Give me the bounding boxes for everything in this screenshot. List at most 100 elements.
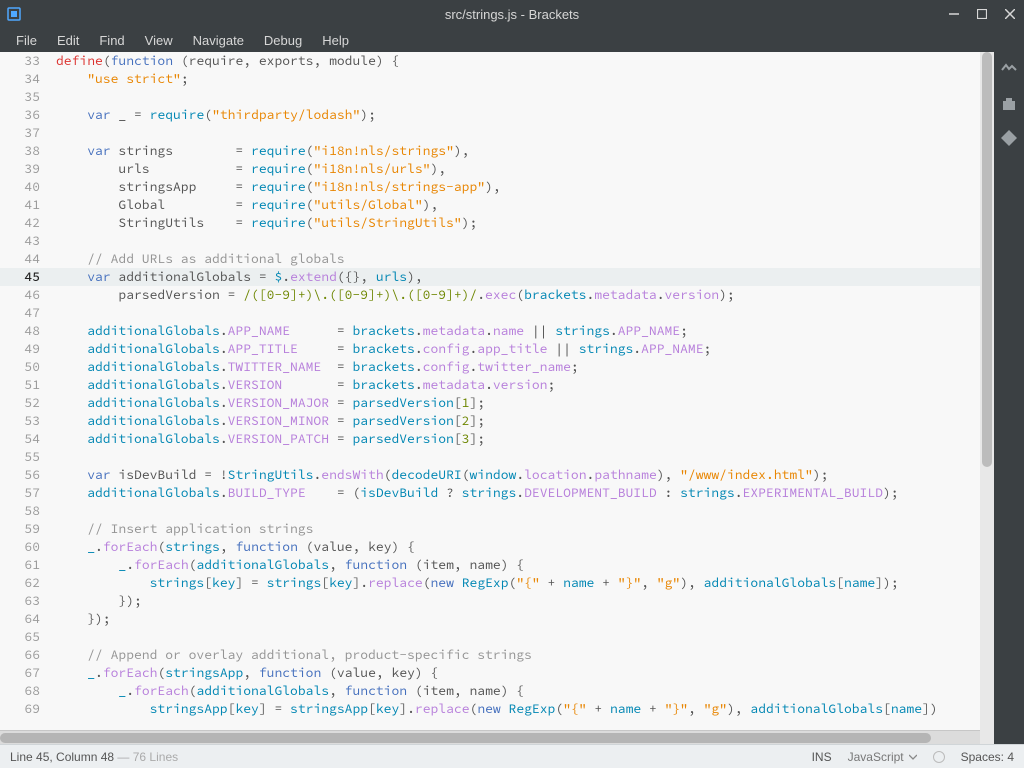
line-number[interactable]: 53 xyxy=(0,412,56,430)
code-line[interactable]: 50 additionalGlobals.TWITTER_NAME = brac… xyxy=(0,358,980,376)
indent-settings[interactable]: Spaces: 4 xyxy=(961,750,1014,764)
menu-edit[interactable]: Edit xyxy=(47,30,89,51)
code-content[interactable] xyxy=(56,304,980,322)
code-line[interactable]: 64 }); xyxy=(0,610,980,628)
code-content[interactable]: additionalGlobals.VERSION_PATCH = parsed… xyxy=(56,430,980,448)
code-line[interactable]: 63 }); xyxy=(0,592,980,610)
menu-view[interactable]: View xyxy=(135,30,183,51)
line-number[interactable]: 39 xyxy=(0,160,56,178)
code-line[interactable]: 57 additionalGlobals.BUILD_TYPE = (isDev… xyxy=(0,484,980,502)
code-content[interactable]: additionalGlobals.BUILD_TYPE = (isDevBui… xyxy=(56,484,980,502)
code-line[interactable]: 41 Global = require("utils/Global"), xyxy=(0,196,980,214)
code-line[interactable]: 59 // Insert application strings xyxy=(0,520,980,538)
code-line[interactable]: 37 xyxy=(0,124,980,142)
code-content[interactable]: Global = require("utils/Global"), xyxy=(56,196,980,214)
editor[interactable]: 33define(function (require, exports, mod… xyxy=(0,52,980,744)
code-line[interactable]: 34 "use strict"; xyxy=(0,70,980,88)
line-number[interactable]: 58 xyxy=(0,502,56,520)
code-content[interactable]: // Append or overlay additional, product… xyxy=(56,646,980,664)
code-line[interactable]: 67 _.forEach(stringsApp, function (value… xyxy=(0,664,980,682)
menu-debug[interactable]: Debug xyxy=(254,30,312,51)
line-number[interactable]: 54 xyxy=(0,430,56,448)
code-line[interactable]: 66 // Append or overlay additional, prod… xyxy=(0,646,980,664)
code-content[interactable]: var isDevBuild = !StringUtils.endsWith(d… xyxy=(56,466,980,484)
code-content[interactable]: "use strict"; xyxy=(56,70,980,88)
code-line[interactable]: 69 stringsApp[key] = stringsApp[key].rep… xyxy=(0,700,980,718)
line-number[interactable]: 35 xyxy=(0,88,56,106)
code-line[interactable]: 47 xyxy=(0,304,980,322)
line-number[interactable]: 49 xyxy=(0,340,56,358)
live-preview-icon[interactable] xyxy=(999,60,1019,80)
insert-mode[interactable]: INS xyxy=(812,750,832,764)
line-number[interactable]: 45 xyxy=(0,268,56,286)
line-number[interactable]: 62 xyxy=(0,574,56,592)
line-number[interactable]: 68 xyxy=(0,682,56,700)
code-content[interactable] xyxy=(56,232,980,250)
code-content[interactable] xyxy=(56,628,980,646)
line-number[interactable]: 37 xyxy=(0,124,56,142)
code-line[interactable]: 51 additionalGlobals.VERSION = brackets.… xyxy=(0,376,980,394)
line-number[interactable]: 38 xyxy=(0,142,56,160)
code-content[interactable]: var strings = require("i18n!nls/strings"… xyxy=(56,142,980,160)
line-number[interactable]: 65 xyxy=(0,628,56,646)
cursor-position[interactable]: Line 45, Column 48 xyxy=(10,750,114,764)
line-number[interactable]: 69 xyxy=(0,700,56,718)
horizontal-scrollbar[interactable] xyxy=(0,730,980,744)
code-line[interactable]: 44 // Add URLs as additional globals xyxy=(0,250,980,268)
code-content[interactable]: additionalGlobals.TWITTER_NAME = bracket… xyxy=(56,358,980,376)
code-line[interactable]: 62 strings[key] = strings[key].replace(n… xyxy=(0,574,980,592)
code-line[interactable]: 68 _.forEach(additionalGlobals, function… xyxy=(0,682,980,700)
menu-file[interactable]: File xyxy=(6,30,47,51)
line-number[interactable]: 40 xyxy=(0,178,56,196)
line-number[interactable]: 50 xyxy=(0,358,56,376)
code-content[interactable]: stringsApp = require("i18n!nls/strings-a… xyxy=(56,178,980,196)
code-content[interactable]: _.forEach(strings, function (value, key)… xyxy=(56,538,980,556)
line-number[interactable]: 67 xyxy=(0,664,56,682)
code-line[interactable]: 55 xyxy=(0,448,980,466)
code-content[interactable]: _.forEach(stringsApp, function (value, k… xyxy=(56,664,980,682)
line-number[interactable]: 66 xyxy=(0,646,56,664)
lint-status-icon[interactable] xyxy=(933,751,945,763)
code-content[interactable]: define(function (require, exports, modul… xyxy=(56,52,980,70)
line-number[interactable]: 55 xyxy=(0,448,56,466)
code-line[interactable]: 60 _.forEach(strings, function (value, k… xyxy=(0,538,980,556)
line-number[interactable]: 48 xyxy=(0,322,56,340)
code-content[interactable]: _.forEach(additionalGlobals, function (i… xyxy=(56,682,980,700)
code-line[interactable]: 48 additionalGlobals.APP_NAME = brackets… xyxy=(0,322,980,340)
titlebar[interactable]: src/strings.js - Brackets xyxy=(0,0,1024,28)
code-content[interactable]: var additionalGlobals = $.extend({}, url… xyxy=(56,268,980,286)
line-number[interactable]: 64 xyxy=(0,610,56,628)
code-line[interactable]: 54 additionalGlobals.VERSION_PATCH = par… xyxy=(0,430,980,448)
line-number[interactable]: 42 xyxy=(0,214,56,232)
code-content[interactable]: urls = require("i18n!nls/urls"), xyxy=(56,160,980,178)
code-content[interactable] xyxy=(56,502,980,520)
code-content[interactable]: strings[key] = strings[key].replace(new … xyxy=(56,574,980,592)
code-line[interactable]: 40 stringsApp = require("i18n!nls/string… xyxy=(0,178,980,196)
code-content[interactable]: StringUtils = require("utils/StringUtils… xyxy=(56,214,980,232)
code-line[interactable]: 49 additionalGlobals.APP_TITLE = bracket… xyxy=(0,340,980,358)
language-selector[interactable]: JavaScript xyxy=(848,750,917,764)
menu-navigate[interactable]: Navigate xyxy=(183,30,254,51)
line-number[interactable]: 46 xyxy=(0,286,56,304)
code-line[interactable]: 35 xyxy=(0,88,980,106)
maximize-button[interactable] xyxy=(968,0,996,28)
extension-manager-icon[interactable] xyxy=(999,94,1019,114)
code-content[interactable]: additionalGlobals.VERSION_MAJOR = parsed… xyxy=(56,394,980,412)
line-number[interactable]: 36 xyxy=(0,106,56,124)
plugin-icon[interactable] xyxy=(999,128,1019,148)
line-number[interactable]: 47 xyxy=(0,304,56,322)
code-line[interactable]: 43 xyxy=(0,232,980,250)
vertical-scrollbar[interactable] xyxy=(980,52,994,744)
menu-find[interactable]: Find xyxy=(89,30,134,51)
code-content[interactable]: stringsApp[key] = stringsApp[key].replac… xyxy=(56,700,980,718)
code-content[interactable] xyxy=(56,88,980,106)
line-number[interactable]: 33 xyxy=(0,52,56,70)
line-number[interactable]: 60 xyxy=(0,538,56,556)
code-content[interactable]: var _ = require("thirdparty/lodash"); xyxy=(56,106,980,124)
code-line[interactable]: 46 parsedVersion = /([0-9]+)\.([0-9]+)\.… xyxy=(0,286,980,304)
code-line[interactable]: 36 var _ = require("thirdparty/lodash"); xyxy=(0,106,980,124)
close-button[interactable] xyxy=(996,0,1024,28)
code-line[interactable]: 42 StringUtils = require("utils/StringUt… xyxy=(0,214,980,232)
code-content[interactable]: }); xyxy=(56,592,980,610)
code-content[interactable]: // Add URLs as additional globals xyxy=(56,250,980,268)
